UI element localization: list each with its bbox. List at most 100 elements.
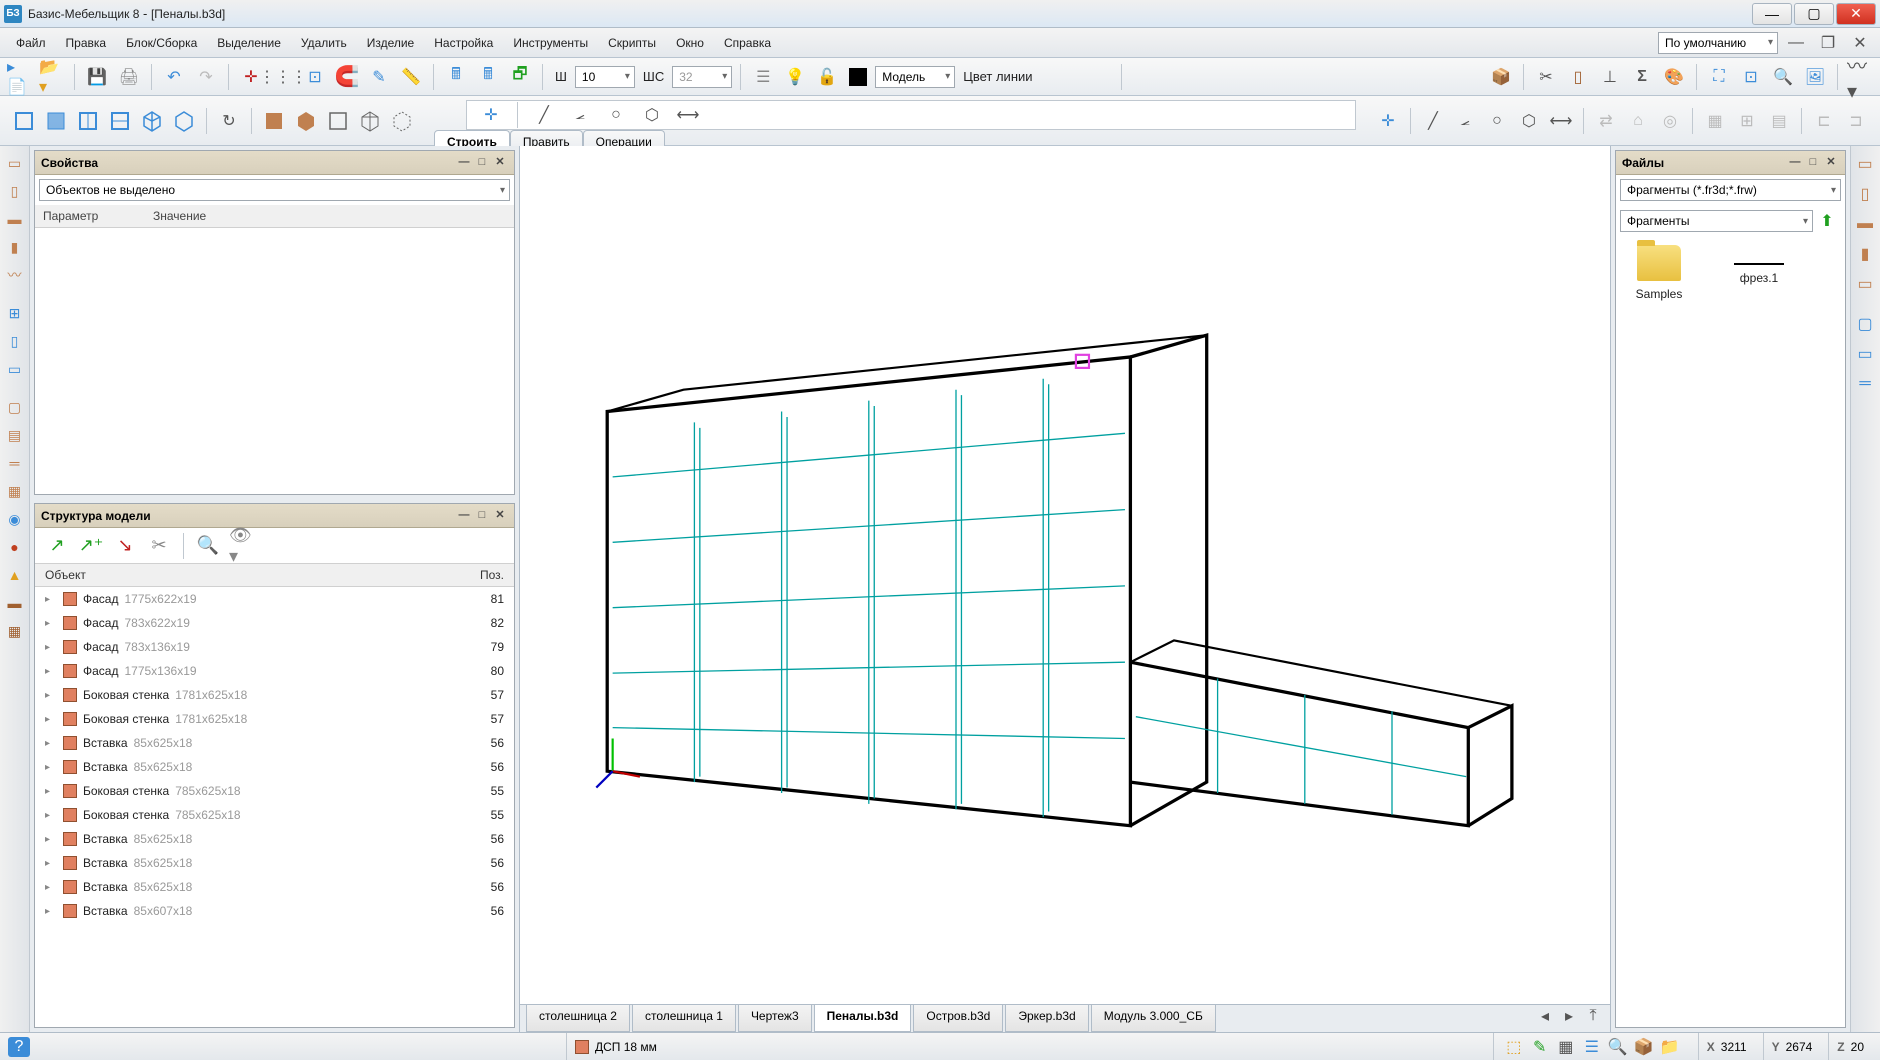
rt-sec1-icon[interactable]: ▢ xyxy=(1851,310,1879,338)
struct-eye-icon[interactable]: 👁▾ xyxy=(228,532,256,560)
menu-settings[interactable]: Настройка xyxy=(424,32,503,54)
material-combo[interactable]: Модель xyxy=(875,66,955,88)
rt-panel5-icon[interactable]: ▭ xyxy=(1851,270,1879,298)
draw-axes-icon[interactable]: ✛ xyxy=(477,101,505,129)
preset-combo[interactable]: По умолчанию xyxy=(1658,32,1778,54)
rotate-icon[interactable]: ↻ xyxy=(215,107,243,135)
minimize-button[interactable]: — xyxy=(1752,3,1792,25)
files-filter-combo[interactable]: Фрагменты (*.fr3d;*.frw) xyxy=(1620,179,1841,201)
array2-icon[interactable]: ⊞ xyxy=(1733,107,1761,135)
rt-sec3-icon[interactable]: ═ xyxy=(1851,370,1879,398)
structure-row[interactable]: ▸Вставка85x625x1856 xyxy=(35,875,514,899)
tree-toggle-icon[interactable]: ▸ xyxy=(45,714,59,725)
lt-horz-icon[interactable]: ▭ xyxy=(3,356,27,382)
tree-toggle-icon[interactable]: ▸ xyxy=(45,738,59,749)
pan-icon[interactable]: 🖼 xyxy=(1801,63,1829,91)
tree-toggle-icon[interactable]: ▸ xyxy=(45,810,59,821)
menu-block[interactable]: Блок/Сборка xyxy=(116,32,207,54)
curve-icon[interactable]: 〰▾ xyxy=(1846,63,1874,91)
wire2-icon[interactable] xyxy=(356,107,384,135)
lt-edge-icon[interactable]: ◉ xyxy=(3,506,27,532)
3d-viewport[interactable] xyxy=(520,146,1610,1004)
tree-toggle-icon[interactable]: ▸ xyxy=(45,642,59,653)
open-button[interactable]: 📂▾ xyxy=(38,63,66,91)
lt-curve-icon[interactable]: 〰 xyxy=(3,262,27,288)
menu-scripts[interactable]: Скрипты xyxy=(598,32,666,54)
circle2-icon[interactable]: ○ xyxy=(1483,107,1511,135)
struct-min-icon[interactable]: — xyxy=(456,508,472,524)
undo-button[interactable]: ↶ xyxy=(160,63,188,91)
file-item-frez1[interactable]: фрез.1 xyxy=(1724,245,1794,1019)
wire3-icon[interactable] xyxy=(388,107,416,135)
door-icon[interactable]: ▯ xyxy=(1564,63,1592,91)
files-folder-combo[interactable]: Фрагменты xyxy=(1620,210,1813,232)
view-right-icon[interactable] xyxy=(74,107,102,135)
structure-row[interactable]: ▸Фасад1775x136x1980 xyxy=(35,659,514,683)
vtab-6[interactable]: Модуль 3.000_СБ xyxy=(1091,1005,1216,1032)
sum-icon[interactable]: Σ xyxy=(1628,63,1656,91)
view-front-icon[interactable] xyxy=(10,107,38,135)
lt-door-icon[interactable]: ▢ xyxy=(3,394,27,420)
child-restore-button[interactable]: ❐ xyxy=(1814,29,1842,57)
st-select-icon[interactable]: ⬚ xyxy=(1502,1036,1526,1058)
hex-tool-icon[interactable]: ⬡ xyxy=(638,101,666,129)
calc2-icon[interactable]: 🖩 xyxy=(474,63,502,91)
vtab-next-icon[interactable]: ▸ xyxy=(1558,1005,1580,1027)
fit-icon[interactable]: ⛶ xyxy=(1705,63,1733,91)
array1-icon[interactable]: ▦ xyxy=(1701,107,1729,135)
mirror-icon[interactable]: ⇄ xyxy=(1592,107,1620,135)
menu-edit[interactable]: Правка xyxy=(56,32,117,54)
menu-tools[interactable]: Инструменты xyxy=(503,32,598,54)
files-close-icon[interactable]: ✕ xyxy=(1823,155,1839,171)
tree-toggle-icon[interactable]: ▸ xyxy=(45,834,59,845)
lock-icon[interactable]: 🔓 xyxy=(813,63,841,91)
structure-row[interactable]: ▸Вставка85x625x1856 xyxy=(35,731,514,755)
lt-shelf-icon[interactable]: ═ xyxy=(3,450,27,476)
props-close-icon[interactable]: ✕ xyxy=(492,155,508,171)
home-icon[interactable]: ⌂ xyxy=(1624,107,1652,135)
rt-panel1-icon[interactable]: ▭ xyxy=(1851,150,1879,178)
view-persp-icon[interactable] xyxy=(170,107,198,135)
lt-vert-icon[interactable]: ▯ xyxy=(3,328,27,354)
lt-back-icon[interactable]: ▦ xyxy=(3,478,27,504)
tree-toggle-icon[interactable]: ▸ xyxy=(45,594,59,605)
tree-toggle-icon[interactable]: ▸ xyxy=(45,858,59,869)
join-icon[interactable]: ⊏ xyxy=(1810,107,1838,135)
color-swatch[interactable] xyxy=(849,68,867,86)
lt-boxes-icon[interactable]: ▦ xyxy=(3,618,27,644)
lt-panel2-icon[interactable]: ▯ xyxy=(3,178,27,204)
vtab-prev-icon[interactable]: ◂ xyxy=(1534,1005,1556,1027)
st-folder-icon[interactable]: 📁 xyxy=(1658,1036,1682,1058)
struct-add-icon[interactable]: ↗ xyxy=(43,532,71,560)
struct-close-icon[interactable]: ✕ xyxy=(492,508,508,524)
menu-select[interactable]: Выделение xyxy=(207,32,291,54)
calc1-icon[interactable]: 🖩 xyxy=(442,63,470,91)
line-tool-icon[interactable]: ╱ xyxy=(530,101,558,129)
bulb-icon[interactable]: 💡 xyxy=(781,63,809,91)
vtab-2[interactable]: Чертеж3 xyxy=(738,1005,812,1032)
save-button[interactable]: 💾 xyxy=(83,63,111,91)
tree-toggle-icon[interactable]: ▸ xyxy=(45,762,59,773)
3d-axes-icon[interactable]: ✛ xyxy=(1374,107,1402,135)
circle-tool-icon[interactable]: ○ xyxy=(602,101,630,129)
target-icon[interactable]: ◎ xyxy=(1656,107,1684,135)
rt-panel3-icon[interactable]: ▬ xyxy=(1851,210,1879,238)
base-icon[interactable]: ⊥ xyxy=(1596,63,1624,91)
cut-icon[interactable]: ✂ xyxy=(1532,63,1560,91)
structure-row[interactable]: ▸Боковая стенка1781x625x1857 xyxy=(35,707,514,731)
tree-toggle-icon[interactable]: ▸ xyxy=(45,690,59,701)
structure-row[interactable]: ▸Боковая стенка1781x625x1857 xyxy=(35,683,514,707)
close-button[interactable]: ✕ xyxy=(1836,3,1876,25)
menu-help[interactable]: Справка xyxy=(714,32,781,54)
layers-icon[interactable]: ☰ xyxy=(749,63,777,91)
st-layers-icon[interactable]: ☰ xyxy=(1580,1036,1604,1058)
structure-row[interactable]: ▸Фасад783x136x1979 xyxy=(35,635,514,659)
snap-icon[interactable]: ⊡ xyxy=(301,63,329,91)
structure-row[interactable]: ▸Вставка85x607x1856 xyxy=(35,899,514,923)
step-input[interactable]: 32 xyxy=(672,66,732,88)
structure-row[interactable]: ▸Вставка85x625x1856 xyxy=(35,755,514,779)
structure-row[interactable]: ▸Боковая стенка785x625x1855 xyxy=(35,779,514,803)
lt-panel4-icon[interactable]: ▮ xyxy=(3,234,27,260)
ruler-icon[interactable]: 📏 xyxy=(397,63,425,91)
file-item-samples[interactable]: Samples xyxy=(1624,245,1694,1019)
